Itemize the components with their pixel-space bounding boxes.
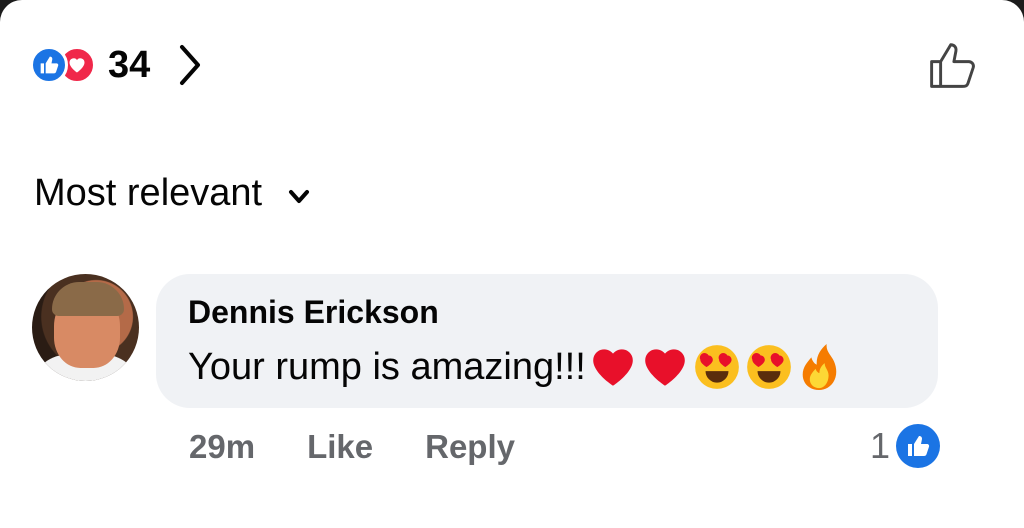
view-more-replies[interactable] xyxy=(156,512,616,528)
comment-actions: 29m Like Reply xyxy=(189,428,515,466)
comment-reply-button[interactable]: Reply xyxy=(425,428,515,466)
like-reaction-icon xyxy=(896,424,940,468)
comment-reactions[interactable]: 1 xyxy=(870,424,940,468)
avatar[interactable] xyxy=(32,274,139,381)
sort-dropdown[interactable]: Most relevant xyxy=(34,172,310,215)
fire-emoji-icon xyxy=(802,344,837,390)
sort-label: Most relevant xyxy=(34,172,263,214)
reaction-count: 34 xyxy=(108,43,151,86)
comment-text: Your rump is amazing!!! xyxy=(188,345,586,388)
comment-timestamp: 29m xyxy=(189,428,256,465)
heart-eyes-emoji-icon xyxy=(694,345,739,389)
like-post-button[interactable] xyxy=(926,38,980,97)
comment-like-count: 1 xyxy=(869,425,890,466)
comments-sheet: 34 Most relevant Dennis Erickson Your ru… xyxy=(0,0,1024,528)
chevron-right-icon[interactable] xyxy=(176,43,204,87)
comment-like-button[interactable]: Like xyxy=(307,428,373,466)
thumbs-up-outline-icon xyxy=(930,43,975,88)
reactions-summary[interactable]: 34 xyxy=(30,40,204,90)
like-reaction-icon xyxy=(30,46,68,84)
heart-eyes-emoji-icon xyxy=(746,345,791,389)
comment-text-row: Your rump is amazing!!! xyxy=(188,342,844,392)
comment-emojis xyxy=(588,342,844,392)
comment-author[interactable]: Dennis Erickson xyxy=(188,294,439,331)
red-heart-emoji-icon xyxy=(592,349,633,386)
comment-bubble[interactable]: Dennis Erickson Your rump is amazing!!! xyxy=(156,274,938,408)
red-heart-emoji-icon xyxy=(644,349,685,386)
chevron-down-icon xyxy=(288,172,310,215)
